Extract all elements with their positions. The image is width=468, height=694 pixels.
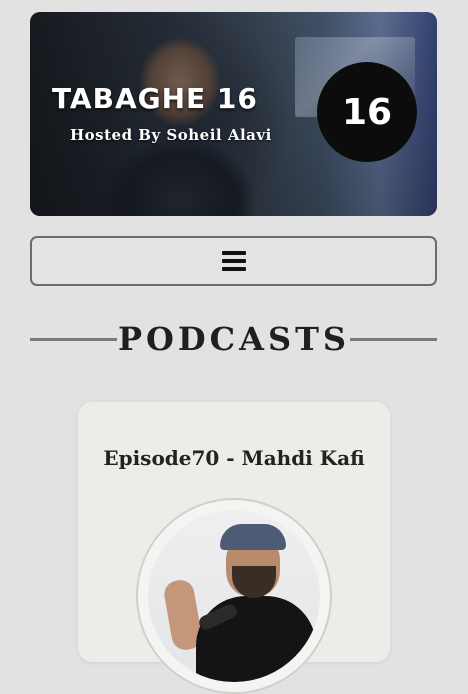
hamburger-menu-icon	[221, 251, 246, 271]
hero-banner: TABAGHE 16 Hosted By Soheil Alavi 16	[30, 12, 437, 216]
guest-avatar[interactable]	[148, 510, 320, 682]
divider	[350, 338, 437, 341]
episode-image-frame	[136, 498, 332, 694]
episode-title[interactable]: Episode70 - Mahdi Kafi	[78, 446, 390, 470]
episode-card[interactable]: Episode70 - Mahdi Kafi	[78, 402, 390, 694]
logo-badge: 16	[317, 62, 417, 162]
section-heading: PODCASTS	[0, 316, 468, 366]
podcast-host: Hosted By Soheil Alavi	[70, 126, 272, 144]
podcast-title: TABAGHE 16	[52, 82, 258, 115]
menu-button[interactable]	[30, 236, 437, 286]
